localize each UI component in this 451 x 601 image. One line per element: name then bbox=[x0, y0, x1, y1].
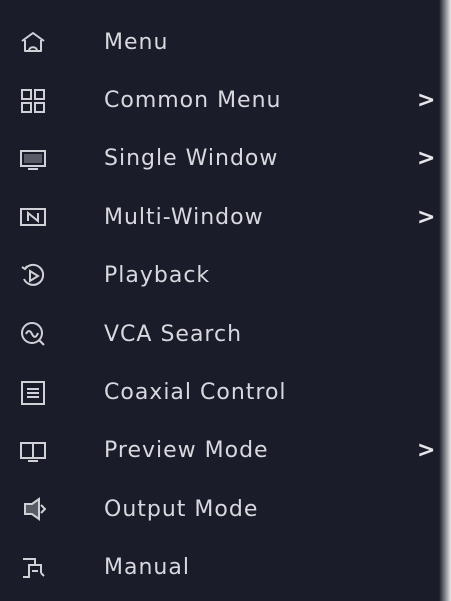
output-mode-icon bbox=[20, 496, 47, 522]
menu-item-label: Playback bbox=[104, 263, 211, 289]
chevron-right-icon: > bbox=[417, 88, 436, 114]
coaxial-control-icon bbox=[20, 380, 46, 406]
menu-item-manual[interactable]: Manual bbox=[0, 539, 451, 597]
menu-item-output-mode[interactable]: Output Mode bbox=[0, 480, 451, 538]
vca-search-icon bbox=[20, 321, 46, 347]
menu-item-label: VCA Search bbox=[104, 321, 243, 347]
menu-item-label: Menu bbox=[104, 29, 169, 55]
playback-icon bbox=[20, 263, 46, 289]
menu-item-label: Coaxial Control bbox=[104, 380, 287, 406]
grid-icon bbox=[20, 88, 46, 114]
menu-item-multi-window[interactable]: Multi-Window > bbox=[0, 188, 451, 246]
chevron-right-icon: > bbox=[417, 204, 436, 230]
menu-item-label: Multi-Window bbox=[104, 204, 264, 230]
menu-item-preview-mode[interactable]: Preview Mode > bbox=[0, 422, 451, 480]
home-icon bbox=[20, 29, 46, 55]
menu-item-label: Manual bbox=[104, 555, 190, 581]
context-menu: Menu Common Menu > Single Window > Multi… bbox=[0, 0, 451, 601]
menu-item-label: Output Mode bbox=[104, 496, 259, 522]
menu-item-label: Common Menu bbox=[104, 88, 282, 114]
menu-item-label: Preview Mode bbox=[104, 438, 269, 464]
chevron-right-icon: > bbox=[417, 146, 436, 172]
multi-window-icon bbox=[20, 204, 46, 230]
manual-icon bbox=[20, 555, 46, 581]
menu-item-label: Single Window bbox=[104, 146, 279, 172]
chevron-right-icon: > bbox=[417, 438, 436, 464]
menu-item-common-menu[interactable]: Common Menu > bbox=[0, 71, 451, 129]
menu-item-single-window[interactable]: Single Window > bbox=[0, 130, 451, 188]
menu-item-menu[interactable]: Menu bbox=[0, 13, 451, 71]
preview-mode-icon bbox=[20, 438, 46, 464]
menu-item-vca-search[interactable]: VCA Search bbox=[0, 305, 451, 363]
menu-item-playback[interactable]: Playback bbox=[0, 247, 451, 305]
menu-item-coaxial-control[interactable]: Coaxial Control bbox=[0, 363, 451, 421]
single-window-icon bbox=[20, 146, 46, 172]
